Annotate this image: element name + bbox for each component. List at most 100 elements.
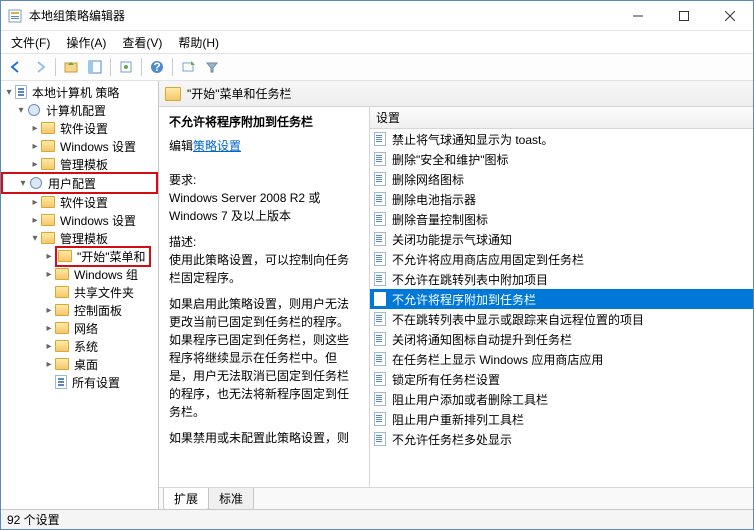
tree-all-settings[interactable]: 所有设置 [70,374,122,391]
policy-icon [374,152,388,166]
list-item[interactable]: 不允许任务栏多处显示 [370,429,753,449]
policy-icon [374,292,388,306]
window-title: 本地组策略编辑器 [29,7,615,24]
list-item[interactable]: 禁止将气球通知显示为 toast。 [370,129,753,149]
menubar: 文件(F) 操作(A) 查看(V) 帮助(H) [1,31,753,53]
folder-icon [55,340,69,352]
tree-start-taskbar[interactable]: "开始"菜单和 [75,248,148,265]
close-button[interactable] [707,1,753,31]
tree-uc-windows[interactable]: Windows 设置 [58,212,138,229]
tree-shared-folders[interactable]: 共享文件夹 [72,284,136,301]
list-item[interactable]: 不允许将应用商店应用固定到任务栏 [370,249,753,269]
list-item[interactable]: 关闭将通知图标自动提升到任务栏 [370,329,753,349]
help-button[interactable]: ? [146,56,168,78]
forward-button[interactable] [29,56,51,78]
menu-view[interactable]: 查看(V) [114,32,170,53]
maximize-button[interactable] [661,1,707,31]
tree-cc-templates[interactable]: 管理模板 [58,156,110,173]
desc-label: 描述: [169,235,196,249]
list-item[interactable]: 阻止用户重新排列工具栏 [370,409,753,429]
list-item[interactable]: 不允许将程序附加到任务栏 [370,289,753,309]
expand-icon[interactable]: ▾ [29,233,41,244]
tree-desktop[interactable]: 桌面 [72,356,100,373]
tree-network[interactable]: 网络 [72,320,100,337]
list-item[interactable]: 锁定所有任务栏设置 [370,369,753,389]
tree-system[interactable]: 系统 [72,338,100,355]
menu-file[interactable]: 文件(F) [3,32,58,53]
list-item[interactable]: 不在跳转列表中显示或跟踪来自远程位置的项目 [370,309,753,329]
list-item-label: 禁止将气球通知显示为 toast。 [392,131,553,148]
folder-icon [41,232,55,244]
policy-icon [374,212,388,226]
minimize-button[interactable] [615,1,661,31]
statusbar: 92 个设置 [1,509,753,529]
expand-icon[interactable]: ▾ [15,105,27,116]
tree-computer-config[interactable]: 计算机配置 [44,102,108,119]
expand-icon[interactable]: ▸ [29,141,41,152]
list-item[interactable]: 不允许在跳转列表中附加项目 [370,269,753,289]
tree-root[interactable]: 本地计算机 策略 [30,84,121,101]
detail-panel: "开始"菜单和任务栏 不允许将程序附加到任务栏 编辑策略设置 要求:Window… [159,81,753,509]
properties-button[interactable] [115,56,137,78]
list-item[interactable]: 删除"安全和维护"图标 [370,149,753,169]
menu-action[interactable]: 操作(A) [58,32,114,53]
tree-uc-templates[interactable]: 管理模板 [58,230,110,247]
folder-icon [41,122,55,134]
list-item-label: 关闭将通知图标自动提升到任务栏 [392,331,572,348]
tabs: 扩展 标准 [159,487,753,509]
policy-icon [374,352,388,366]
all-settings-icon [55,375,67,389]
folder-icon [41,196,55,208]
expand-icon[interactable]: ▸ [43,341,55,352]
expand-icon[interactable]: ▾ [17,178,29,189]
policy-icon [374,232,388,246]
tree-windows-comp[interactable]: Windows 组 [72,266,140,283]
folder-icon [55,268,69,280]
back-button[interactable] [5,56,27,78]
detail-header: "开始"菜单和任务栏 [159,81,753,107]
edit-policy-link[interactable]: 策略设置 [193,137,241,155]
folder-icon [165,87,181,101]
tree-panel[interactable]: ▾ 本地计算机 策略 ▾ 计算机配置 ▸ 软件设置 ▸ Windows 设置 [1,81,159,509]
expand-icon[interactable]: ▸ [29,215,41,226]
expand-icon[interactable]: ▸ [43,269,55,280]
list-item-label: 不在跳转列表中显示或跟踪来自远程位置的项目 [392,311,644,328]
expand-icon[interactable]: ▸ [29,197,41,208]
tree-cc-software[interactable]: 软件设置 [58,120,110,137]
expand-icon[interactable]: ▸ [43,359,55,370]
show-hide-tree-button[interactable] [84,56,106,78]
tab-standard[interactable]: 标准 [208,488,254,509]
folder-icon [41,140,55,152]
list-item[interactable]: 关闭功能提示气球通知 [370,229,753,249]
list-item[interactable]: 删除电池指示器 [370,189,753,209]
expand-icon[interactable]: ▸ [29,159,41,170]
list-item[interactable]: 删除网络图标 [370,169,753,189]
list-item[interactable]: 阻止用户添加或者删除工具栏 [370,389,753,409]
tree-uc-software[interactable]: 软件设置 [58,194,110,211]
list-column-settings[interactable]: 设置 [370,107,753,129]
desc-1: 使用此策略设置，可以控制向任务栏固定程序。 [169,253,349,285]
list-item[interactable]: 在任务栏上显示 Windows 应用商店应用 [370,349,753,369]
tab-extended[interactable]: 扩展 [163,488,209,509]
policy-icon [374,272,388,286]
policy-icon [374,172,388,186]
export-button[interactable] [177,56,199,78]
settings-list[interactable]: 禁止将气球通知显示为 toast。删除"安全和维护"图标删除网络图标删除电池指示… [370,129,753,487]
up-button[interactable] [60,56,82,78]
menu-help[interactable]: 帮助(H) [170,32,227,53]
expand-icon[interactable]: ▸ [43,305,55,316]
tree-user-config[interactable]: 用户配置 [46,175,98,192]
expand-icon[interactable]: ▸ [43,251,55,262]
list-item-label: 不允许任务栏多处显示 [392,431,512,448]
expand-icon[interactable]: ▾ [3,87,15,98]
expand-icon[interactable]: ▸ [29,123,41,134]
tree-cc-windows[interactable]: Windows 设置 [58,138,138,155]
tree-control-panel[interactable]: 控制面板 [72,302,124,319]
status-text: 92 个设置 [7,511,60,528]
list-item-label: 不允许在跳转列表中附加项目 [392,271,548,288]
expand-icon[interactable]: ▸ [43,323,55,334]
folder-icon [55,304,69,316]
list-item[interactable]: 删除音量控制图标 [370,209,753,229]
filter-button[interactable] [201,56,223,78]
settings-list-pane: 设置 禁止将气球通知显示为 toast。删除"安全和维护"图标删除网络图标删除电… [369,107,753,487]
